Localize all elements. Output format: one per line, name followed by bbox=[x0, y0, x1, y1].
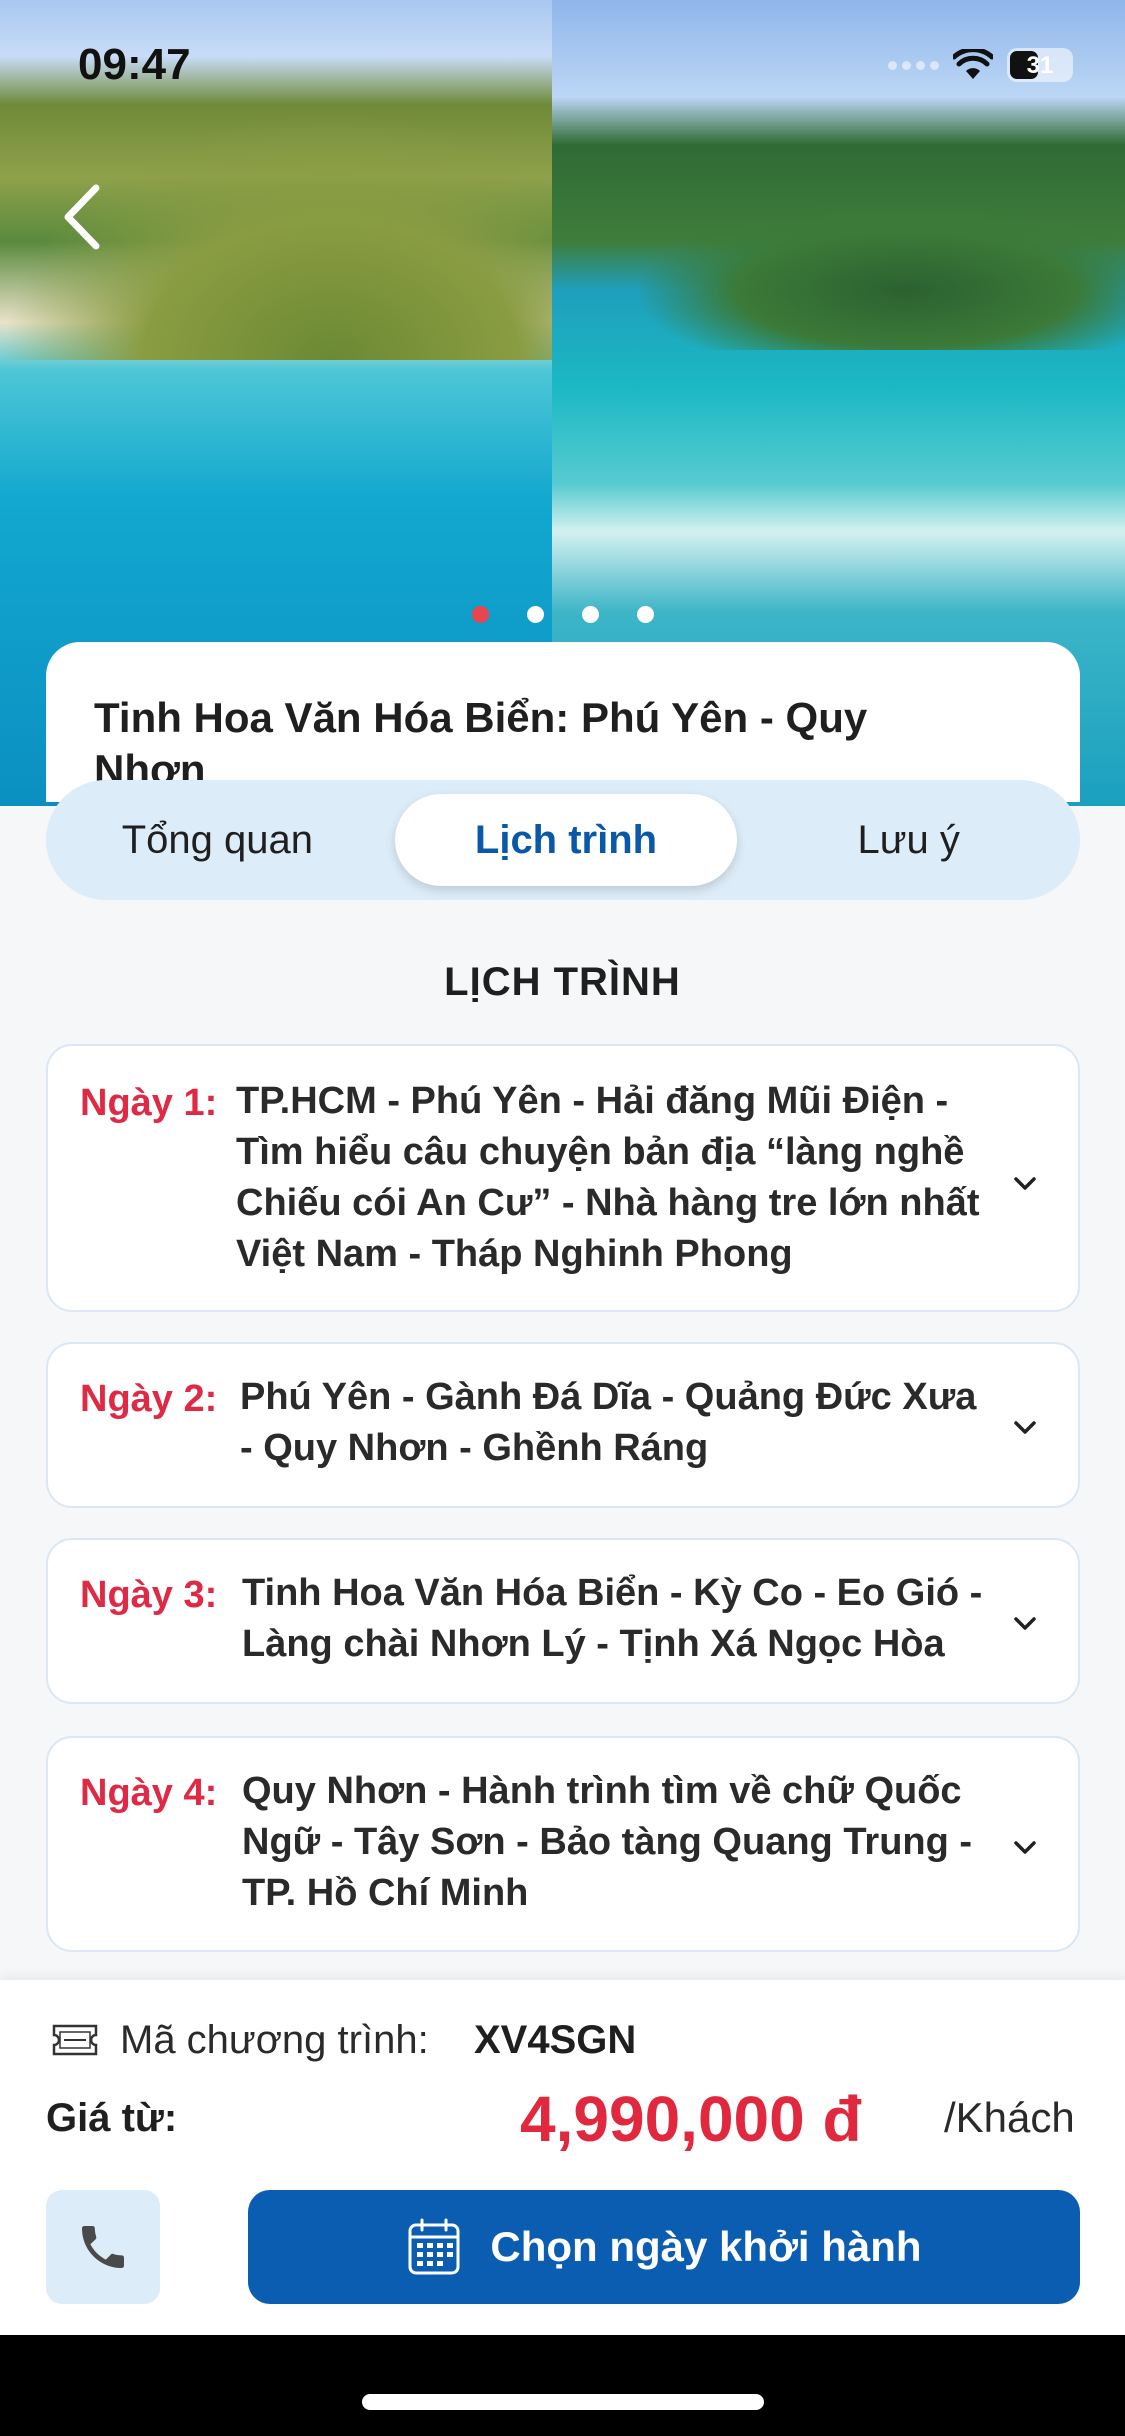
calendar-icon bbox=[408, 2218, 460, 2275]
day-description: Phú Yên - Gành Đá Dĩa - Quảng Đức Xưa - … bbox=[240, 1376, 977, 1469]
price-label: Giá từ: bbox=[46, 2096, 178, 2140]
hero-hill-right bbox=[640, 200, 1125, 350]
day-label: Ngày 2: bbox=[80, 1378, 218, 1420]
back-arrow-icon[interactable] bbox=[56, 182, 108, 252]
tour-title-card: Tinh Hoa Văn Hóa Biển: Phú Yên - Quy Nhơ… bbox=[46, 642, 1080, 802]
itinerary-heading: LỊCH TRÌNH bbox=[444, 960, 681, 1004]
chevron-down-icon[interactable] bbox=[1012, 1414, 1038, 1440]
itinerary-day-3[interactable]: Ngày 3: Tinh Hoa Văn Hóa Biển - Kỳ Co - … bbox=[46, 1538, 1080, 1704]
carousel-dot[interactable] bbox=[582, 606, 599, 623]
tab-bar: Tổng quan Lịch trình Lưu ý bbox=[46, 780, 1080, 900]
day-label: Ngày 4: bbox=[80, 1772, 218, 1814]
day-description: TP.HCM - Phú Yên - Hải đăng Mũi Điện - T… bbox=[236, 1080, 980, 1275]
choose-departure-date-button[interactable]: Chọn ngày khởi hành bbox=[248, 2190, 1080, 2304]
carousel-dot[interactable] bbox=[472, 606, 489, 623]
day-label: Ngày 1: bbox=[80, 1082, 218, 1124]
itinerary-day-1[interactable]: Ngày 1: TP.HCM - Phú Yên - Hải đăng Mũi … bbox=[46, 1044, 1080, 1312]
booking-panel: Mã chương trình: XV4SGN Giá từ: 4,990,00… bbox=[0, 1980, 1125, 2335]
program-code-value: XV4SGN bbox=[474, 2018, 637, 2062]
wifi-icon bbox=[953, 49, 993, 79]
day-description: Tinh Hoa Văn Hóa Biển - Kỳ Co - Eo Gió -… bbox=[242, 1572, 983, 1665]
carousel-dot[interactable] bbox=[527, 606, 544, 623]
itinerary-day-2[interactable]: Ngày 2: Phú Yên - Gành Đá Dĩa - Quảng Đứ… bbox=[46, 1342, 1080, 1508]
price-value: 4,990,000 đ bbox=[520, 2083, 862, 2155]
ticket-icon bbox=[52, 2024, 98, 2056]
status-icons: 31 bbox=[888, 48, 1073, 82]
battery-icon: 31 bbox=[1007, 48, 1073, 82]
home-indicator[interactable] bbox=[362, 2394, 764, 2410]
tab-overview[interactable]: Tổng quan bbox=[46, 794, 389, 886]
phone-icon bbox=[82, 2226, 124, 2268]
home-indicator-area bbox=[0, 2335, 1125, 2436]
day-description: Quy Nhơn - Hành trình tìm về chữ Quốc Ng… bbox=[242, 1770, 973, 1914]
battery-level: 31 bbox=[1026, 52, 1054, 79]
chevron-down-icon[interactable] bbox=[1012, 1170, 1038, 1196]
carousel-dots bbox=[472, 606, 654, 623]
status-bar: 09:47 31 bbox=[0, 0, 1125, 132]
program-code-label: Mã chương trình: bbox=[120, 2018, 429, 2062]
call-button[interactable] bbox=[46, 2190, 160, 2304]
status-time: 09:47 bbox=[78, 40, 191, 89]
carousel-dot[interactable] bbox=[637, 606, 654, 623]
cellular-signal-icon bbox=[888, 60, 939, 70]
tab-notes[interactable]: Lưu ý bbox=[737, 794, 1080, 886]
itinerary-day-4[interactable]: Ngày 4: Quy Nhơn - Hành trình tìm về chữ… bbox=[46, 1736, 1080, 1952]
price-unit: /Khách bbox=[944, 2094, 1075, 2141]
day-label: Ngày 3: bbox=[80, 1574, 218, 1616]
chevron-down-icon[interactable] bbox=[1012, 1610, 1038, 1636]
chevron-down-icon[interactable] bbox=[1012, 1834, 1038, 1860]
tab-itinerary[interactable]: Lịch trình bbox=[394, 794, 738, 886]
cta-label: Chọn ngày khởi hành bbox=[490, 2223, 922, 2270]
